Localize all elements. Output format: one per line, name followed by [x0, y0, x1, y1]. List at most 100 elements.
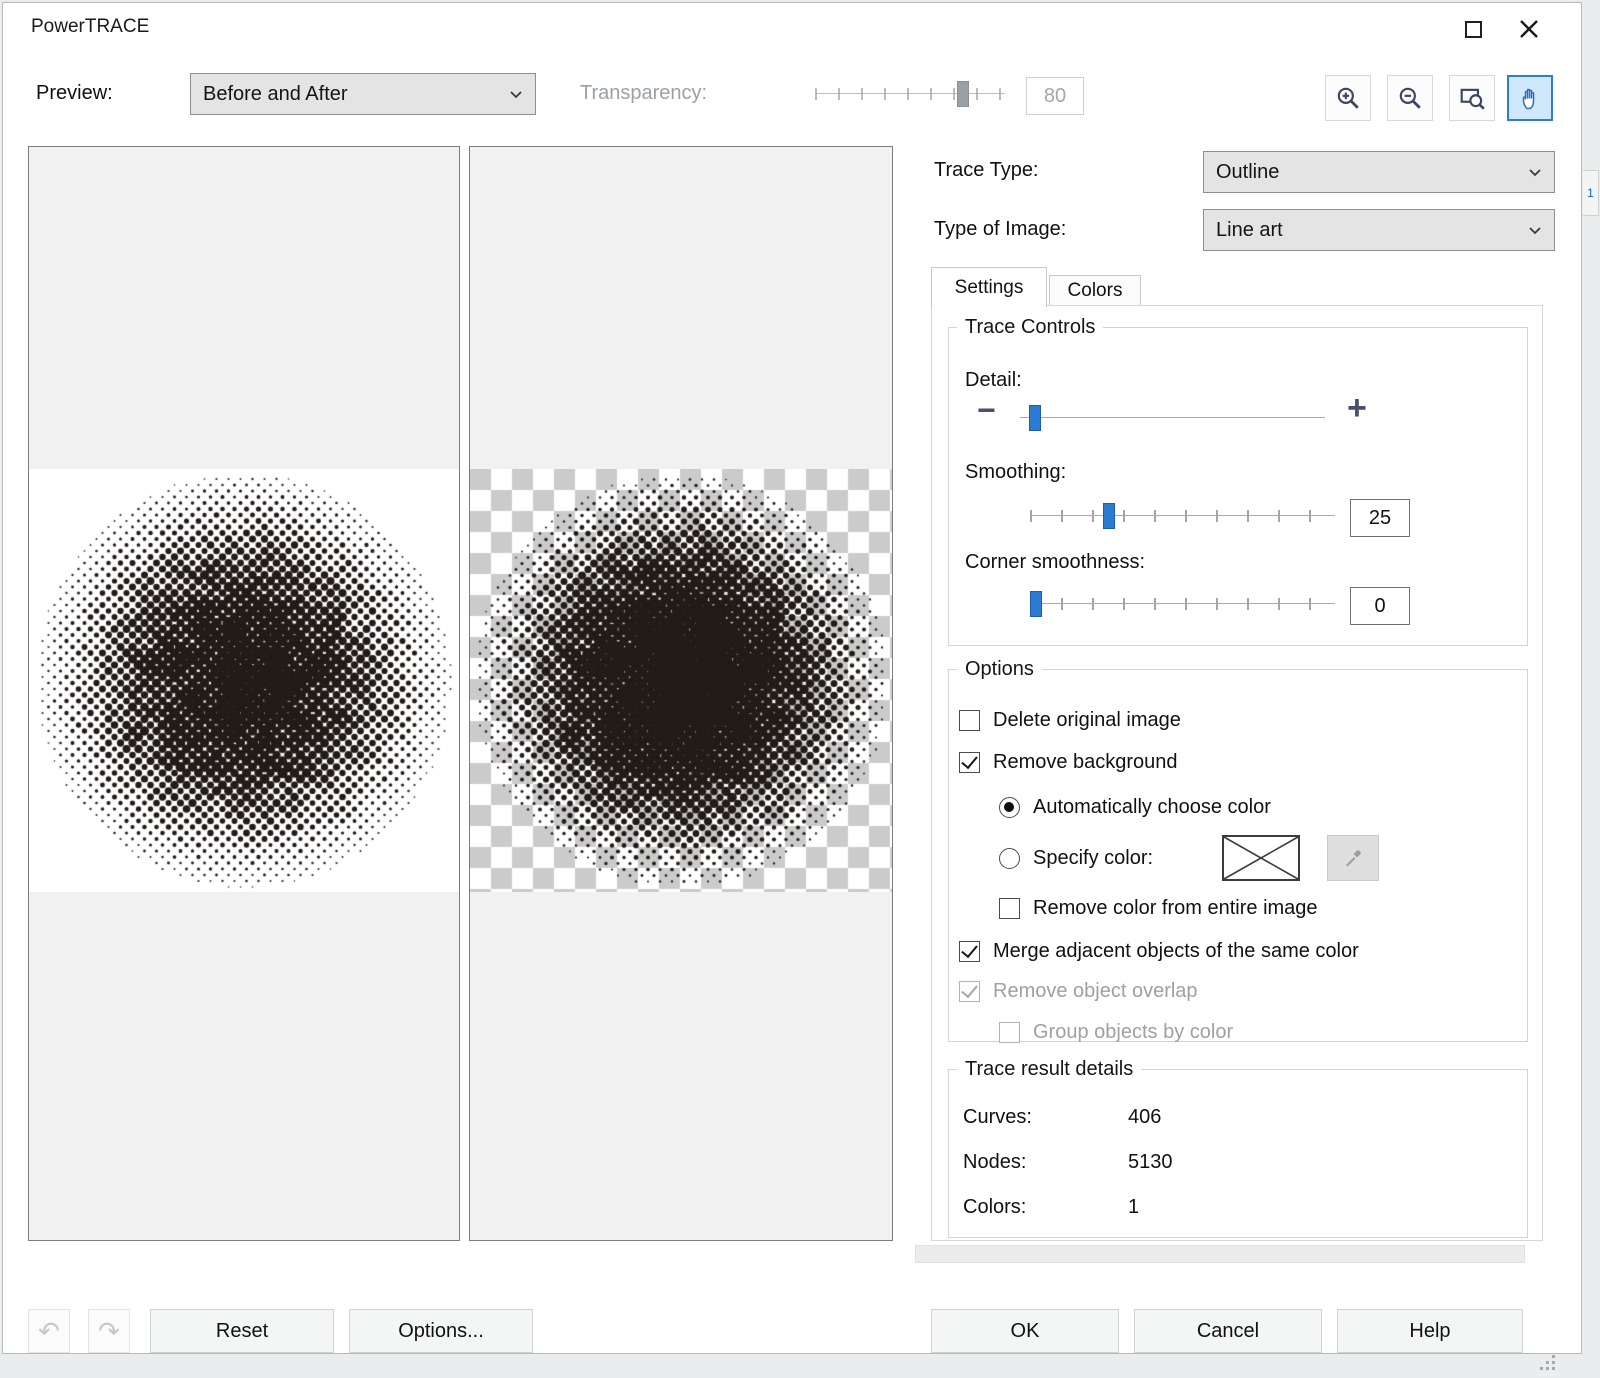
smoothing-value-input[interactable]: 25 — [1350, 499, 1410, 537]
docker-flyout-tab[interactable]: 1 — [1583, 170, 1599, 216]
auto-color-radio[interactable] — [999, 796, 1020, 818]
no-color-swatch[interactable] — [1222, 835, 1301, 881]
preview-dropdown-value: Before and After — [203, 82, 348, 105]
option-label: Remove background — [993, 750, 1178, 773]
remove-background-checkbox[interactable] — [959, 751, 980, 773]
preview-dropdown[interactable]: Before and After — [190, 73, 536, 115]
smoothing-slider-thumb[interactable] — [1103, 503, 1116, 529]
ok-button[interactable]: OK — [931, 1309, 1119, 1353]
slider-ticks — [1030, 598, 1335, 610]
curves-value: 406 — [1128, 1106, 1162, 1128]
image-type-dropdown[interactable]: Line art — [1203, 209, 1555, 251]
option-label: Remove object overlap — [993, 979, 1198, 1002]
colors-value: 1 — [1128, 1196, 1140, 1218]
option-label: Merge adjacent objects of the same color — [993, 939, 1359, 962]
window-title: PowerTRACE — [31, 16, 150, 37]
trace-type-label: Trace Type: — [934, 159, 1039, 181]
settings-horizontal-scrollbar[interactable] — [915, 1245, 1525, 1263]
preview-before-pane[interactable] — [28, 146, 460, 1241]
options-button[interactable]: Options... — [349, 1309, 533, 1353]
corner-smoothness-label: Corner smoothness: — [965, 551, 1146, 573]
tab-colors-label: Colors — [1067, 279, 1123, 301]
corner-smoothness-slider[interactable] — [1030, 589, 1335, 619]
zoom-in-button[interactable] — [1325, 75, 1371, 121]
tab-settings[interactable]: Settings — [931, 267, 1047, 307]
cancel-button[interactable]: Cancel — [1134, 1309, 1322, 1353]
option-remove-color-entire[interactable]: Remove color from entire image — [999, 885, 1519, 931]
detail-slider[interactable] — [1020, 403, 1325, 433]
option-remove-overlap: Remove object overlap — [959, 971, 1519, 1011]
corner-slider-thumb[interactable] — [1030, 591, 1042, 617]
merge-adjacent-checkbox[interactable] — [959, 940, 980, 962]
detail-minus-button[interactable]: − — [977, 394, 996, 426]
options-legend: Options — [965, 658, 1034, 680]
specify-color-radio[interactable] — [999, 847, 1020, 869]
undo-icon: ↶ — [38, 1315, 60, 1346]
chevron-down-icon — [1528, 168, 1542, 177]
option-merge-adjacent[interactable]: Merge adjacent objects of the same color — [959, 931, 1519, 971]
remove-color-entire-checkbox[interactable] — [999, 897, 1020, 919]
result-row-nodes: Nodes: 5130 — [963, 1140, 1527, 1185]
pan-hand-icon — [1522, 88, 1535, 109]
after-image[interactable] — [470, 469, 892, 892]
flyout-tab-label: 1 — [1587, 186, 1594, 200]
remove-overlap-checkbox — [959, 980, 980, 1002]
corner-value-input[interactable]: 0 — [1350, 587, 1410, 625]
eyedropper-button[interactable] — [1327, 835, 1380, 881]
preview-after-pane[interactable] — [469, 146, 893, 1241]
option-remove-background[interactable]: Remove background — [959, 741, 1519, 783]
zoom-to-fit-icon — [1460, 88, 1485, 110]
pan-tool-button[interactable] — [1507, 75, 1553, 121]
nodes-label: Nodes: — [963, 1151, 1027, 1173]
trace-controls-legend: Trace Controls — [965, 316, 1096, 338]
close-icon — [1520, 20, 1538, 38]
preview-label: Preview: — [36, 82, 113, 104]
detail-plus-button[interactable]: + — [1347, 391, 1367, 425]
smoothing-slider[interactable] — [1030, 501, 1335, 531]
option-delete-original[interactable]: Delete original image — [959, 699, 1519, 741]
reset-button[interactable]: Reset — [150, 1309, 334, 1353]
maximize-button[interactable] — [1453, 11, 1493, 47]
zoom-in-icon — [1337, 87, 1359, 109]
redo-button[interactable]: ↷ — [88, 1309, 130, 1353]
redo-icon: ↷ — [98, 1315, 120, 1346]
option-auto-color[interactable]: Automatically choose color — [999, 783, 1519, 831]
transparency-slider[interactable] — [815, 79, 1005, 109]
option-label: Specify color: — [1033, 846, 1154, 869]
option-label: Remove color from entire image — [1033, 896, 1318, 919]
detail-label: Detail: — [965, 369, 1022, 391]
detail-slider-thumb[interactable] — [1028, 405, 1041, 431]
slider-ticks — [1030, 510, 1335, 522]
help-button[interactable]: Help — [1337, 1309, 1523, 1353]
delete-original-checkbox[interactable] — [959, 709, 980, 731]
result-row-colors: Colors: 1 — [963, 1185, 1527, 1230]
close-button[interactable] — [1507, 9, 1551, 49]
colors-label: Colors: — [963, 1196, 1027, 1218]
trace-type-value: Outline — [1216, 160, 1280, 183]
eyedropper-icon — [1346, 850, 1361, 867]
option-label: Automatically choose color — [1033, 795, 1271, 818]
chevron-down-icon — [509, 90, 523, 99]
transparency-value-input[interactable]: 80 — [1026, 77, 1084, 115]
trace-type-dropdown[interactable]: Outline — [1203, 151, 1555, 193]
transparency-label: Transparency: — [580, 82, 708, 104]
zoom-to-fit-button[interactable] — [1449, 75, 1495, 121]
zoom-out-button[interactable] — [1387, 75, 1433, 121]
maximize-icon — [1464, 20, 1482, 38]
option-specify-color[interactable]: Specify color: — [999, 831, 1519, 885]
tab-colors[interactable]: Colors — [1049, 275, 1141, 306]
smoothing-label: Smoothing: — [965, 461, 1067, 483]
undo-button[interactable]: ↶ — [28, 1309, 70, 1353]
zoom-out-icon — [1399, 87, 1421, 109]
option-label: Delete original image — [993, 708, 1181, 731]
nodes-value: 5130 — [1128, 1151, 1173, 1173]
powertrace-dialog: PowerTRACE Preview: Before and After Tra… — [2, 2, 1582, 1354]
before-image[interactable] — [29, 469, 459, 892]
option-group-by-color: Group objects by color — [999, 1011, 1519, 1053]
options-group: Options Delete original image Remove bac… — [948, 658, 1528, 1043]
trace-controls-group: Trace Controls Detail: − + Smoothing: 25… — [948, 316, 1528, 646]
resize-grip-icon[interactable] — [1538, 1353, 1558, 1378]
slider-track — [1020, 417, 1325, 419]
trace-result-group: Trace result details Curves: 406 Nodes: … — [948, 1058, 1528, 1238]
transparency-slider-thumb[interactable] — [957, 81, 970, 107]
